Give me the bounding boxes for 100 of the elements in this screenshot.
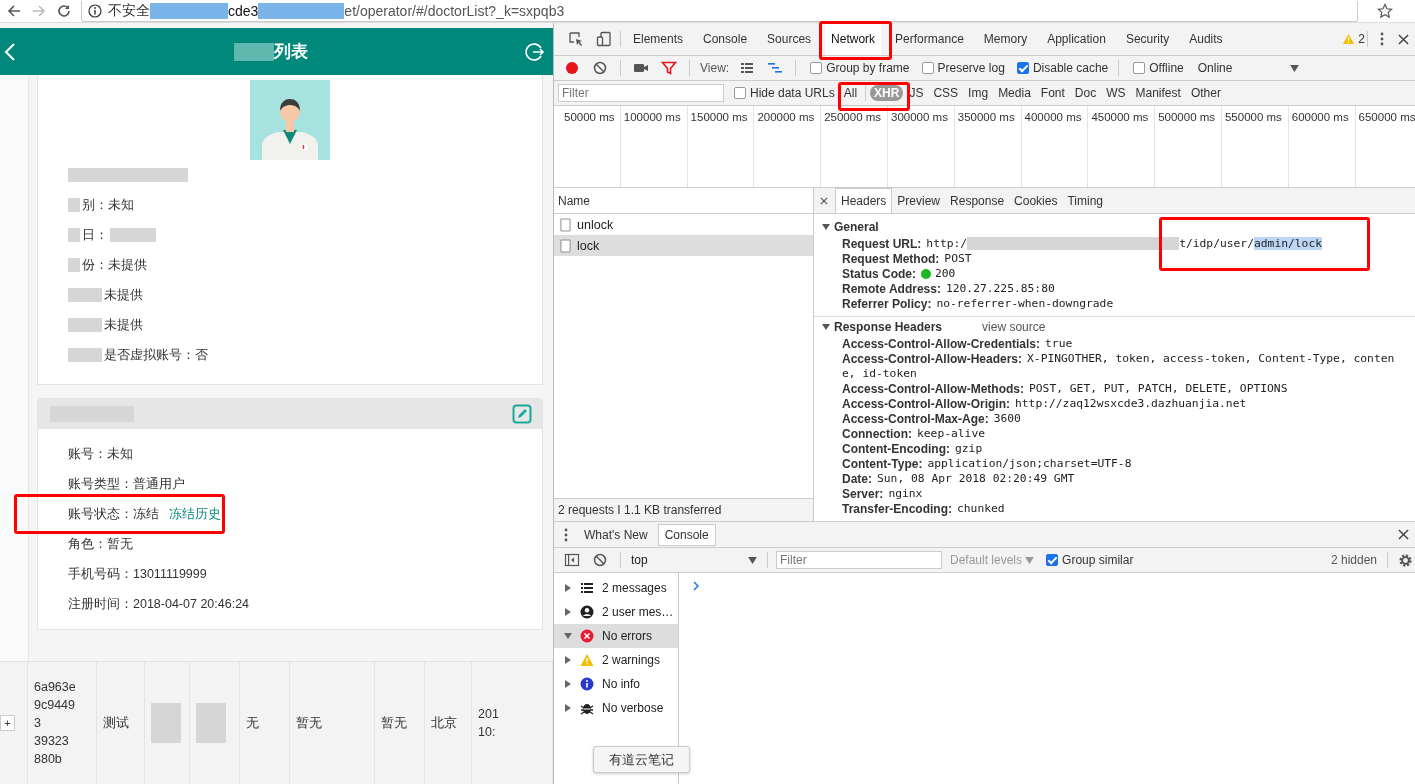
devtools-tab[interactable]: Console <box>697 23 754 55</box>
detail-tab[interactable]: Headers <box>835 188 893 213</box>
column-header: Name <box>558 193 590 208</box>
account-field: 账号状态：冻结 <box>68 505 159 523</box>
device-toolbar-icon[interactable] <box>596 31 612 47</box>
header-value: http://zaq12wsxcde3.dazhuanjia.net <box>1015 397 1247 410</box>
devtools-tab[interactable]: Network <box>825 23 882 55</box>
type-filter-button[interactable]: WS <box>1102 85 1130 101</box>
view-label: View: <box>700 61 730 75</box>
checkbox[interactable] <box>1016 62 1029 74</box>
request-row[interactable]: unlock <box>554 214 813 235</box>
waterfall-icon[interactable] <box>767 60 784 76</box>
back-icon[interactable] <box>4 41 16 62</box>
header-name: Request Method: <box>842 251 940 266</box>
close-icon[interactable] <box>820 196 828 205</box>
type-filter-button[interactable]: Doc <box>1070 85 1101 101</box>
header-name: Access-Control-Allow-Headers: <box>842 351 1023 366</box>
error-icon <box>580 629 594 643</box>
address-field[interactable]: 不安全 cde3 et/operator/#/doctorList?_k=sxpqb3 <box>81 0 1358 22</box>
dropdown-caret-icon[interactable] <box>748 556 757 564</box>
drawer-tab[interactable]: Console <box>657 523 716 546</box>
header-name: Date: <box>842 471 872 486</box>
more-menu-icon[interactable] <box>564 527 568 542</box>
filter-input[interactable]: Filter <box>558 84 724 102</box>
type-filter-button[interactable]: Media <box>994 85 1035 101</box>
large-rows-icon[interactable] <box>739 60 756 76</box>
expand-arrow-icon[interactable] <box>564 704 572 712</box>
section-title[interactable]: Response Headers <box>834 319 943 334</box>
devtools-tab[interactable]: Audits <box>1183 23 1229 55</box>
type-filter-button[interactable]: Img <box>964 85 993 101</box>
detail-tab[interactable]: Timing <box>1062 188 1108 213</box>
header-name: Status Code: <box>842 266 916 281</box>
checkbox[interactable] <box>1133 62 1146 74</box>
expand-arrow-icon[interactable] <box>822 322 830 331</box>
dropdown-caret-icon[interactable] <box>1290 64 1300 72</box>
detail-tab[interactable]: Response <box>945 188 1010 213</box>
context-select[interactable]: top <box>627 553 761 567</box>
drawer-tab[interactable]: What's New <box>578 523 654 546</box>
expand-arrow-icon[interactable] <box>564 632 572 640</box>
message-filter-item[interactable]: No verbose <box>554 696 678 720</box>
type-filter-button[interactable]: CSS <box>929 85 963 101</box>
type-filter-button[interactable]: Font <box>1036 85 1069 101</box>
devtools-tab[interactable]: Security <box>1119 23 1176 55</box>
inspect-icon[interactable] <box>568 31 584 47</box>
message-filter-item[interactable]: 2 warnings <box>554 648 678 672</box>
message-filter-item[interactable]: 2 messages <box>554 576 678 600</box>
more-menu-icon[interactable] <box>1380 32 1384 46</box>
checkbox[interactable] <box>810 62 823 74</box>
status-dot-icon <box>921 268 931 279</box>
close-icon[interactable] <box>1398 33 1409 45</box>
header-name: Remote Address: <box>842 281 941 296</box>
devtools-tab[interactable]: Elements <box>627 23 690 55</box>
expand-arrow-icon[interactable] <box>564 680 572 688</box>
type-filter-button[interactable]: Other <box>1186 85 1225 101</box>
checkbox[interactable] <box>1046 554 1059 566</box>
type-filter-button[interactable]: JS <box>905 85 928 101</box>
header-value: 120.27.225.85:80 <box>945 282 1055 295</box>
expand-arrow-icon[interactable] <box>822 222 830 231</box>
section-title[interactable]: General <box>834 219 879 234</box>
expand-arrow-icon[interactable] <box>564 584 572 592</box>
message-filter-item[interactable]: 2 user mes… <box>554 600 678 624</box>
checkbox[interactable] <box>921 62 934 74</box>
record-icon[interactable] <box>564 60 580 76</box>
devtools-tab[interactable]: Memory <box>977 23 1034 55</box>
checkbox[interactable] <box>734 87 746 99</box>
header-name: Transfer-Encoding: <box>842 501 952 516</box>
warning-count[interactable]: 2 <box>1358 32 1365 46</box>
hidden-count: 2 hidden <box>1330 553 1377 567</box>
message-filter-item[interactable]: No errors <box>554 624 678 648</box>
clear-icon[interactable] <box>592 60 608 76</box>
devtools-tab[interactable]: Application <box>1041 23 1112 55</box>
checkbox-label: Offline <box>1149 61 1184 75</box>
throttle-select[interactable]: Online <box>1197 61 1233 75</box>
message-filter-item[interactable]: No info <box>554 672 678 696</box>
detail-tab[interactable]: Preview <box>892 188 946 213</box>
type-filter-button[interactable]: All <box>839 85 862 101</box>
prompt-icon[interactable] <box>693 581 699 591</box>
bookmark-star-icon[interactable] <box>1377 3 1393 19</box>
request-row[interactable]: lock <box>554 235 813 256</box>
view-source-link[interactable]: view source <box>982 319 1046 334</box>
settings-icon[interactable] <box>1398 552 1413 568</box>
logout-icon[interactable] <box>525 41 545 62</box>
expand-arrow-icon[interactable] <box>564 656 572 664</box>
reload-icon[interactable] <box>56 3 72 19</box>
table-cell-text: 201 10: <box>478 706 499 741</box>
clear-icon[interactable] <box>592 552 608 568</box>
close-icon[interactable] <box>1398 529 1409 540</box>
expand-arrow-icon[interactable] <box>564 608 572 616</box>
info-icon[interactable] <box>88 3 102 18</box>
filter-icon[interactable] <box>661 60 677 76</box>
filter-input[interactable]: Filter <box>776 551 942 569</box>
sidebar-toggle-icon[interactable] <box>564 552 580 568</box>
history-link[interactable]: 冻结历史 <box>169 505 221 523</box>
header-value: POST, GET, PUT, PATCH, DELETE, OPTIONS <box>1029 382 1288 395</box>
devtools-tab[interactable]: Sources <box>761 23 818 55</box>
devtools-tab[interactable]: Performance <box>889 23 970 55</box>
expand-button[interactable]: + <box>0 715 15 731</box>
back-icon[interactable] <box>6 3 22 19</box>
detail-tab[interactable]: Cookies <box>1009 188 1063 213</box>
type-filter-button[interactable]: Manifest <box>1131 85 1185 101</box>
